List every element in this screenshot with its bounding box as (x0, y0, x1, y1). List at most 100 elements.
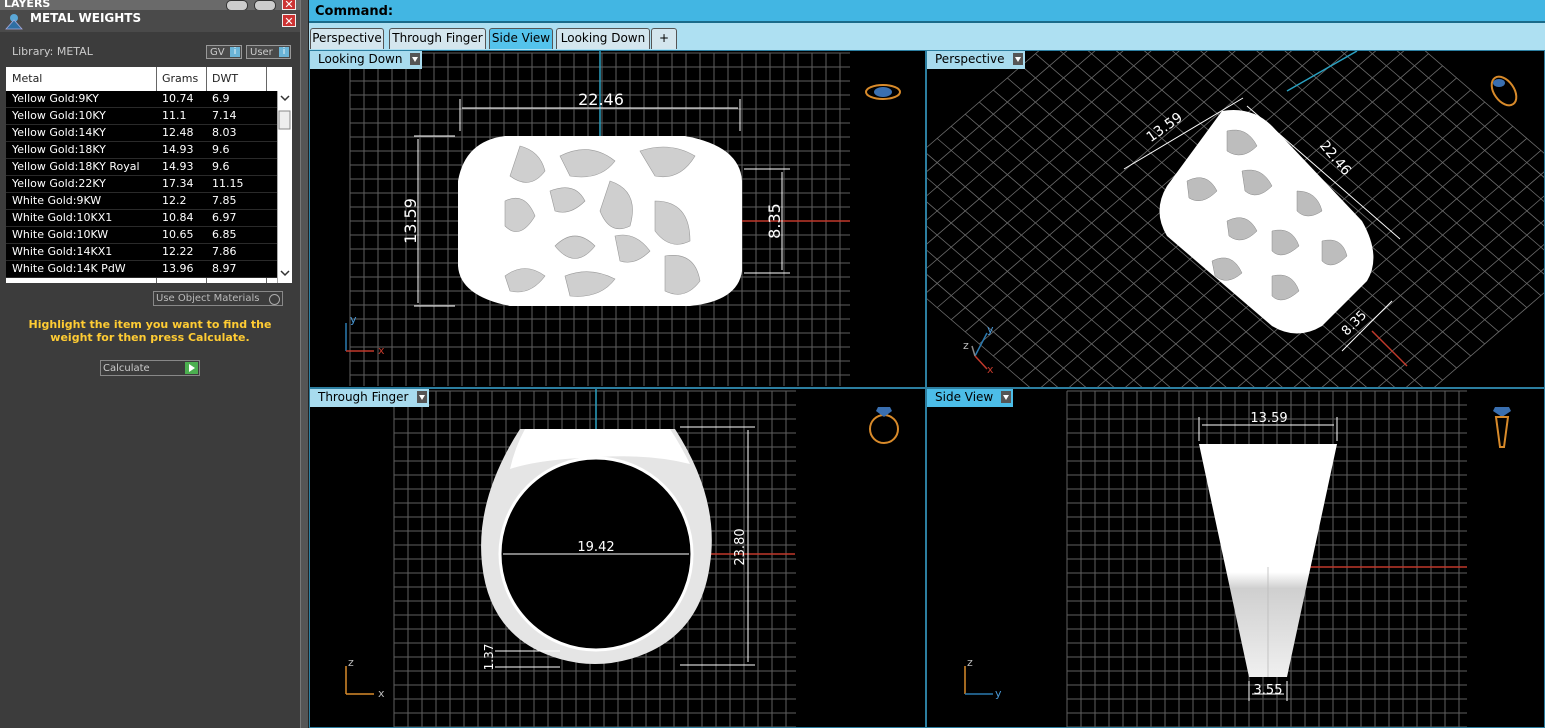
gv-toggle-icon: i (230, 47, 240, 57)
grams-cell: 12.22 (162, 245, 194, 258)
scrollbar-arrows (278, 95, 291, 277)
viewport-looking-down[interactable]: 22.46 13.59 8.35 y x Looking Down (309, 50, 926, 388)
calculate-button[interactable]: Calculate (100, 360, 200, 376)
grams-cell: 10.84 (162, 211, 194, 224)
axis-x-label: x (987, 363, 994, 376)
table-row[interactable]: White Gold:10KW 10.65 6.85 (6, 227, 278, 244)
perspective-dim-c: 8.35 (1339, 308, 1370, 339)
viewport-side-view[interactable]: 13.59 3.55 z y Side View (926, 388, 1545, 728)
metal-cell: White Gold:9KW (12, 194, 102, 207)
perspective-canvas[interactable]: 13.59 22.46 8.35 y z x (927, 51, 1545, 388)
add-tab-button[interactable]: + (651, 28, 677, 49)
user-toggle[interactable]: User i (246, 45, 291, 59)
gv-toggle[interactable]: GV i (206, 45, 242, 59)
tab-perspective[interactable]: Perspective (310, 28, 384, 49)
metal-weights-icon (5, 14, 23, 30)
table-row[interactable]: Yellow Gold:18KY 14.93 9.6 (6, 142, 278, 159)
eye-icon[interactable] (254, 0, 276, 10)
metal-weights-header: METAL WEIGHTS ✕ (0, 10, 300, 32)
calculate-label: Calculate (103, 363, 150, 374)
use-object-materials-toggle[interactable]: Use Object Materials (153, 291, 283, 306)
layers-title: LAYERS (4, 0, 51, 10)
viewport-label-text: Looking Down (318, 52, 403, 66)
dropdown-icon (1001, 391, 1012, 403)
panel-title: METAL WEIGHTS (30, 11, 142, 25)
axis-indicator: y x (345, 313, 385, 357)
axis-y-label: y (987, 323, 994, 336)
dwt-cell: 8.97 (212, 262, 237, 275)
viewport-label-through-finger[interactable]: Through Finger (310, 389, 429, 407)
ring-side-thumbnail-icon (1493, 407, 1511, 448)
axis-indicator: z y (964, 656, 1002, 700)
looking-down-dim-height: 13.59 (401, 198, 420, 244)
view-tabs: Perspective Through Finger Side View Loo… (309, 23, 1545, 50)
metal-cell: White Gold:10KW (12, 228, 109, 241)
axis-indicator: y z x (963, 323, 994, 376)
dropdown-icon (416, 391, 427, 403)
radio-icon (269, 294, 280, 305)
grams-cell: 14.93 (162, 160, 194, 173)
metal-cell: Yellow Gold:14KY (12, 126, 106, 139)
dwt-cell: 7.14 (212, 109, 237, 122)
through-finger-canvas[interactable]: 19.42 23.80 1.37 z x (310, 389, 926, 728)
hint-text: Highlight the item you want to find the … (28, 318, 272, 344)
layers-toggle-icon[interactable] (226, 0, 248, 10)
dwt-cell: 9.6 (212, 143, 230, 156)
viewport-label-side-view[interactable]: Side View (927, 389, 1014, 407)
col-metal[interactable]: Metal (12, 67, 42, 90)
viewport-label-text: Through Finger (318, 390, 409, 404)
perspective-dim-b: 22.46 (1316, 138, 1354, 179)
viewport-perspective[interactable]: 13.59 22.46 8.35 y z x Perspective (926, 50, 1545, 388)
axis-x-label: x (378, 687, 385, 700)
col-dwt[interactable]: DWT (212, 67, 238, 90)
metal-cell: White Gold:10KX1 (12, 211, 113, 224)
dwt-cell: 6.9 (212, 92, 230, 105)
dwt-cell: 6.97 (212, 211, 237, 224)
tab-through-finger[interactable]: Through Finger (389, 28, 486, 49)
dwt-cell: 7.85 (212, 194, 237, 207)
tab-looking-down[interactable]: Looking Down (556, 28, 650, 49)
axis-y-label: y (350, 313, 357, 326)
layers-header[interactable]: LAYERS ✕ (0, 0, 300, 10)
table-row[interactable]: Yellow Gold:10KY 11.1 7.14 (6, 108, 278, 125)
command-bar[interactable]: Command: (309, 0, 1545, 23)
grams-cell: 10.65 (162, 228, 194, 241)
grams-cell: 14.93 (162, 143, 194, 156)
table-row[interactable]: Yellow Gold:18KY Royal 14.93 9.6 (6, 159, 278, 176)
table-row[interactable]: White Gold:10KX1 10.84 6.97 (6, 210, 278, 227)
viewport-label-perspective[interactable]: Perspective (927, 51, 1025, 69)
looking-down-dim-width: 22.46 (578, 90, 624, 109)
command-label: Command: (315, 4, 394, 19)
dwt-cell: 8.03 (212, 126, 237, 139)
side-view-dim-top: 13.59 (1250, 411, 1287, 426)
table-row[interactable]: White Gold:14K PdW 13.96 8.97 (6, 261, 278, 278)
looking-down-dim-right: 8.35 (765, 203, 784, 239)
metal-table: Metal Grams DWT Yellow Gold:9KY 10.74 6.9 Y… (6, 67, 292, 283)
metal-cell: Yellow Gold:9KY (12, 92, 99, 105)
panel-splitter[interactable] (300, 0, 309, 728)
col-grams[interactable]: Grams (162, 67, 198, 90)
axis-indicator: z x (345, 656, 385, 700)
table-row[interactable]: Yellow Gold:14KY 12.48 8.03 (6, 125, 278, 142)
grams-cell: 12.48 (162, 126, 194, 139)
looking-down-canvas[interactable]: 22.46 13.59 8.35 y x (310, 51, 926, 388)
side-view-canvas[interactable]: 13.59 3.55 z y (927, 389, 1545, 728)
user-toggle-icon: i (279, 47, 289, 57)
user-label: User (250, 47, 273, 58)
table-row[interactable]: Yellow Gold:22KY 17.34 11.15 (6, 176, 278, 193)
table-scrollbar[interactable] (277, 91, 292, 283)
panel-close-icon[interactable]: ✕ (282, 14, 296, 28)
metal-cell: White Gold:14KX1 (12, 245, 113, 258)
viewport-label-text: Side View (935, 390, 994, 404)
table-row[interactable]: White Gold:14KX1 12.22 7.86 (6, 244, 278, 261)
tab-side-view[interactable]: Side View (489, 28, 553, 49)
table-row[interactable]: Yellow Gold:9KY 10.74 6.9 (6, 91, 278, 108)
metal-rows: Yellow Gold:9KY 10.74 6.9 Yellow Gold:10KY 1… (6, 91, 278, 278)
side-view-dim-bottom: 3.55 (1254, 683, 1283, 698)
grams-cell: 17.34 (162, 177, 194, 190)
layers-close-icon[interactable]: ✕ (282, 0, 296, 10)
axis-y-label: y (995, 687, 1002, 700)
viewport-through-finger[interactable]: 19.42 23.80 1.37 z x Through Finger (309, 388, 926, 728)
table-row[interactable]: White Gold:9KW 12.2 7.85 (6, 193, 278, 210)
viewport-label-looking-down[interactable]: Looking Down (310, 51, 423, 69)
